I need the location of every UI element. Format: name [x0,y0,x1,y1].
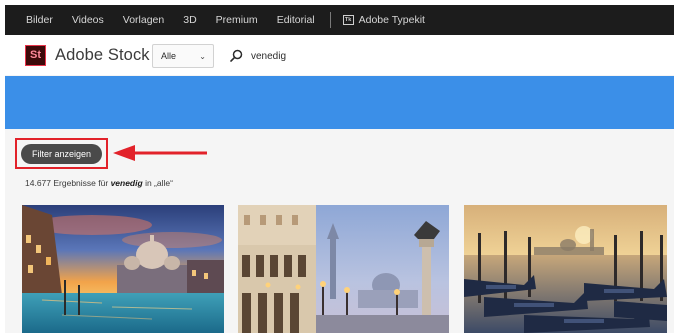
select-value: Alle [161,51,177,61]
logo-text: Adobe Stock [55,45,150,64]
venice-piazzetta-san-marco-dusk-photo [238,205,449,333]
annotation-arrow-icon [113,145,207,161]
adobe-stock-logo[interactable]: St Adobe Stock [25,44,150,66]
result-thumbnail-1[interactable] [22,205,224,333]
results-scope: in „alle“ [145,178,173,188]
nav-item-adobe-typekit[interactable]: Tk Adobe Typekit [342,14,425,26]
adobe-stock-logo-icon: St [25,44,46,66]
typekit-icon: Tk [342,15,354,25]
nav-divider [329,12,331,28]
nav-item-3d[interactable]: 3D [183,14,196,26]
results-count: 14.677 [25,178,51,188]
nav-item-premium[interactable]: Premium [216,14,258,26]
search-icon [230,49,243,62]
result-thumbnail-2[interactable] [238,205,449,333]
venice-gondolas-lagoon-sunrise-photo [464,205,667,333]
nav-item-vorlagen[interactable]: Vorlagen [123,14,164,26]
results-summary: 14.677 Ergebnisse für venedig in „alle“ [25,178,173,188]
content-type-select[interactable]: Alle ⌄ [152,44,214,68]
top-navigation: Bilder Videos Vorlagen 3D Premium Editor… [5,5,674,35]
nav-item-videos[interactable]: Videos [72,14,104,26]
search-bar[interactable] [219,43,669,69]
chevron-down-icon: ⌄ [199,51,206,61]
results-prefix: Ergebnisse für [53,178,109,188]
result-thumbnail-3[interactable] [464,205,667,333]
nav-item-bilder[interactable]: Bilder [26,14,53,26]
browser-viewport: Bilder Videos Vorlagen 3D Premium Editor… [5,5,674,333]
typekit-label: Adobe Typekit [358,14,425,26]
search-input[interactable] [251,50,651,62]
promo-banner [5,76,674,129]
venice-grand-canal-sunset-photo [22,205,224,333]
results-query: venedig [110,178,143,188]
annotation-highlight-box [15,138,108,169]
header-bar: St Adobe Stock Alle ⌄ [5,35,674,75]
nav-item-editorial[interactable]: Editorial [277,14,315,26]
